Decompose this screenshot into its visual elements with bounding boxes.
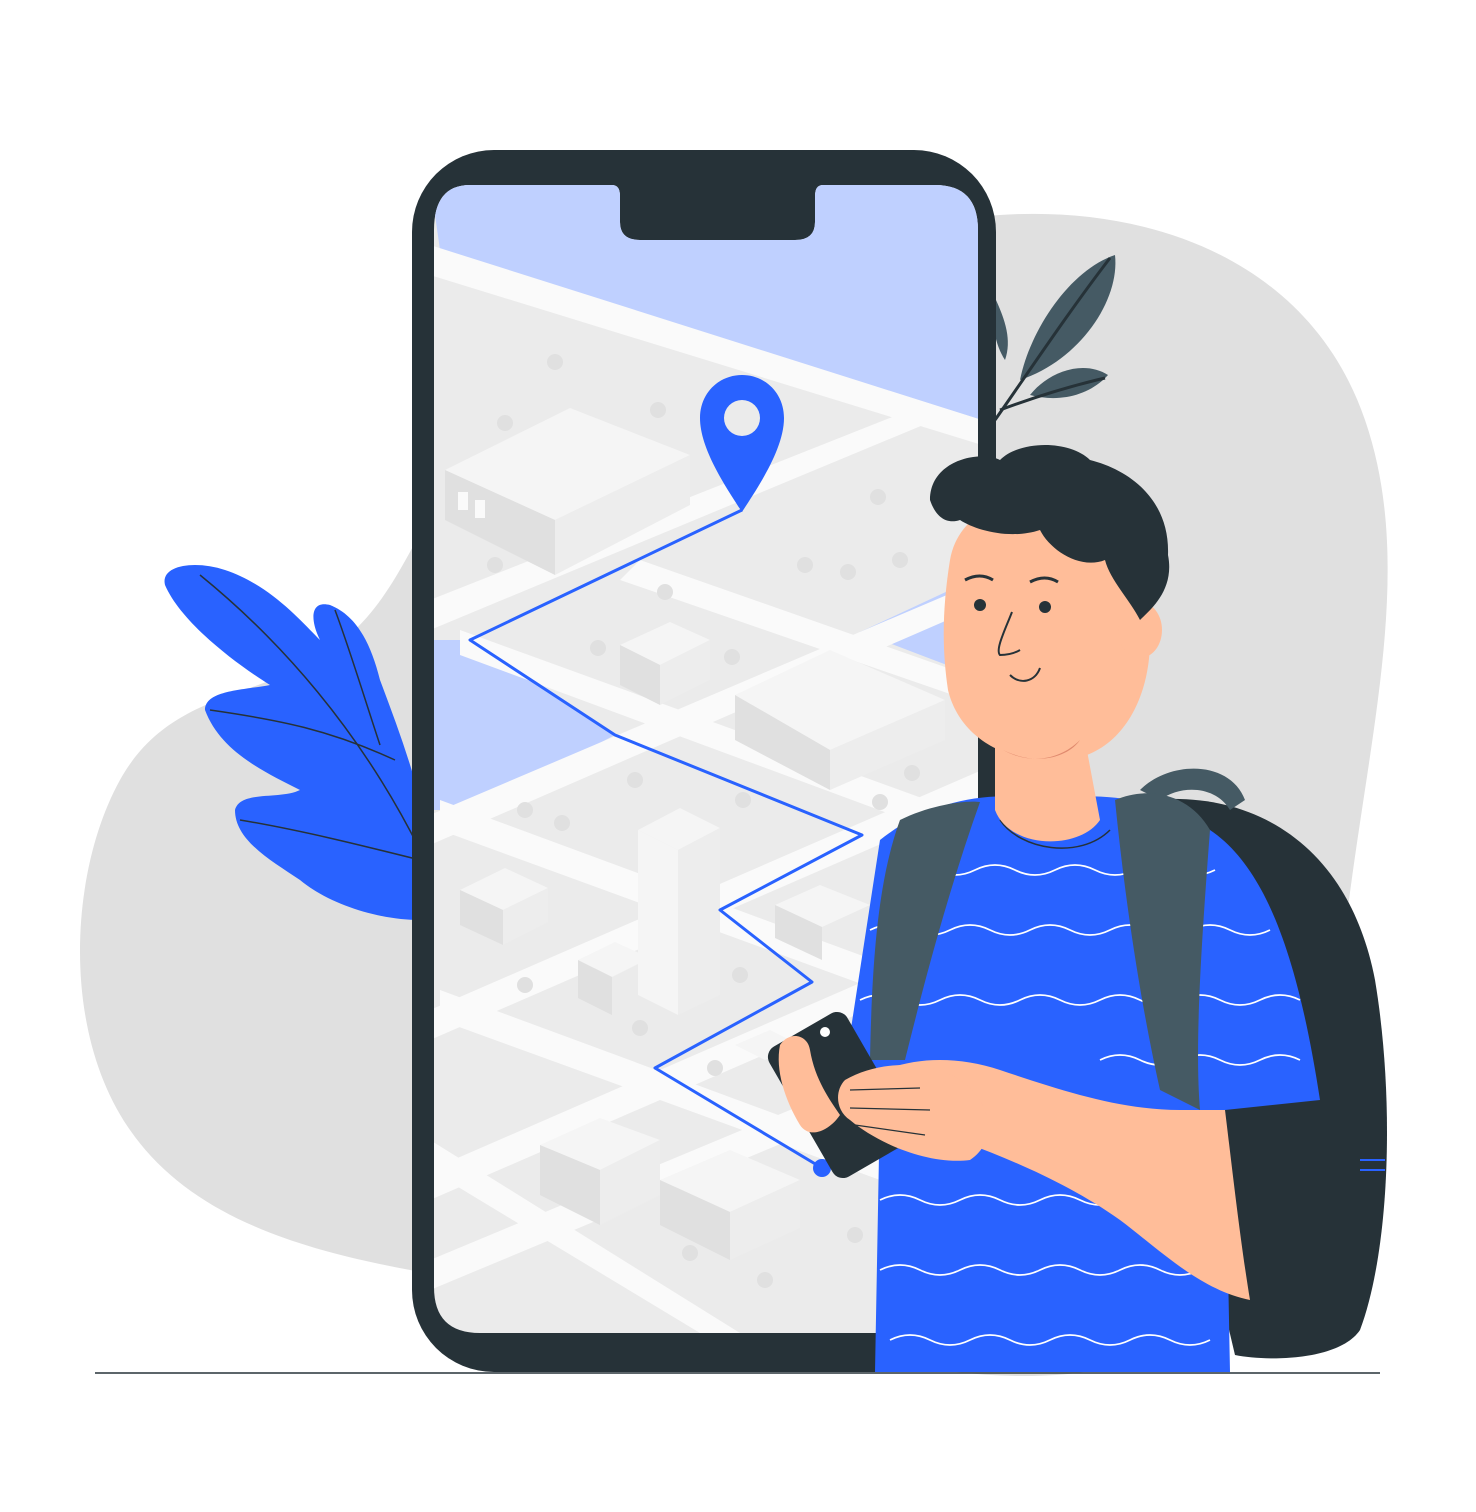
illustration-canvas [80, 150, 1388, 1377]
